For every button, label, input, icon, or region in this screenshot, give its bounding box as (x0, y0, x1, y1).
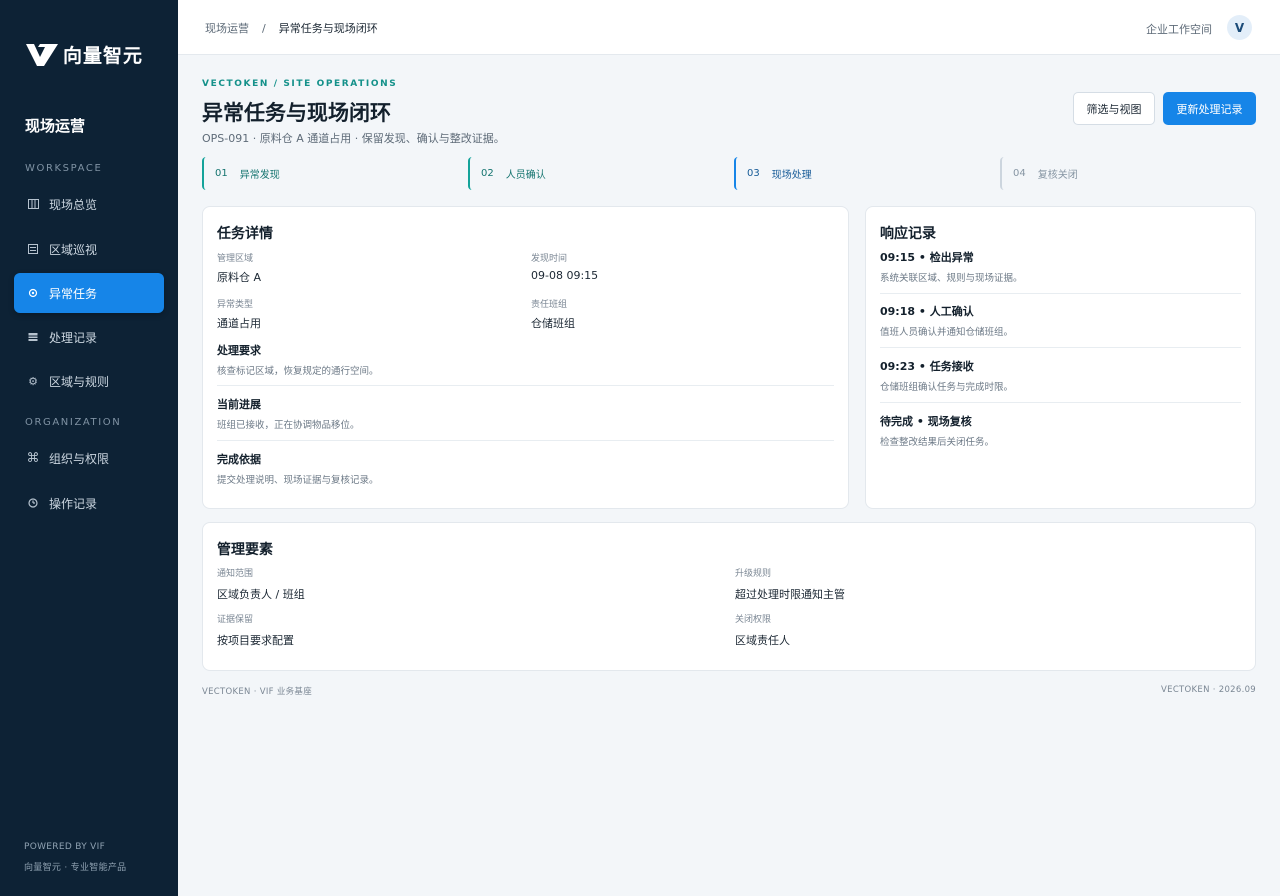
list-icon (26, 242, 40, 256)
field-label: 关闭权限 (735, 615, 772, 625)
sidebar-item-label: 处理记录 (49, 330, 98, 345)
field-value: 仓储班组 (531, 317, 575, 330)
field-value: 区域责任人 (735, 634, 790, 647)
topbar: 现场运营 / 异常任务与现场闭环 企业工作空间 V (178, 0, 1280, 55)
sidebar-item-exception-tasks[interactable]: 异常任务 (14, 273, 164, 313)
workspace-switcher[interactable]: 企业工作空间 (1146, 21, 1212, 37)
field-label: 升级规则 (735, 569, 772, 579)
step-onsite-handling: 03 现场处理 (734, 157, 990, 190)
sidebar-title: 现场运营 (25, 117, 86, 135)
command-icon: ⌘ (26, 450, 40, 466)
block-desc: 班组已接收，正在协调物品移位。 (217, 420, 360, 431)
log-entry-title: 09:23 • 任务接收 (880, 360, 974, 373)
card-title: 响应记录 (880, 226, 936, 242)
card-title: 任务详情 (217, 226, 273, 242)
sidebar-item-patrol[interactable]: 区域巡视 (14, 229, 164, 269)
divider (217, 440, 834, 441)
section-label-workspace: WORKSPACE (25, 163, 103, 174)
breadcrumb-current: 异常任务与现场闭环 (278, 22, 378, 35)
sidebar: 向量智元 现场运营 WORKSPACE 现场总览 区域巡视 异常任务 处理记录 … (0, 0, 178, 896)
step-discovery: 01 异常发现 (202, 157, 458, 190)
sidebar-item-records[interactable]: 处理记录 (14, 317, 164, 357)
field-label: 发现时间 (531, 254, 568, 264)
page-eyebrow: VECTOKEN / SITE OPERATIONS (202, 79, 398, 89)
sidebar-item-label: 操作记录 (49, 496, 98, 511)
gear-icon: ⚙ (28, 374, 38, 388)
field-value: 按项目要求配置 (217, 634, 294, 647)
block-title: 当前进展 (217, 398, 261, 411)
brand-logo[interactable]: 向量智元 (25, 41, 143, 68)
block-desc: 提交处理说明、现场证据与复核记录。 (217, 475, 379, 486)
sidebar-item-label: 区域与规则 (49, 374, 110, 389)
divider (217, 385, 834, 386)
section-label-organization: ORGANIZATION (25, 417, 122, 428)
field-label: 证据保留 (217, 615, 254, 625)
grid-icon (26, 330, 40, 344)
field-value: 原料仓 A (217, 271, 262, 284)
sidebar-item-label: 组织与权限 (49, 451, 110, 466)
breadcrumb: 现场运营 / 异常任务与现场闭环 (205, 20, 378, 36)
footer-left: VECTOKEN · VIF 业务基座 (202, 687, 313, 697)
step-number: 03 (747, 168, 760, 179)
block-title: 处理要求 (217, 344, 261, 357)
clock-icon (26, 496, 40, 510)
step-label: 异常发现 (239, 170, 280, 181)
step-number: 04 (1013, 168, 1026, 179)
sidebar-item-overview[interactable]: 现场总览 (14, 184, 164, 224)
brand-v-icon (26, 43, 58, 66)
step-number: 01 (215, 168, 228, 179)
management-card: 管理要素 通知范围 区域负责人 / 班组 升级规则 超过处理时限通知主管 证据保… (202, 522, 1256, 671)
sidebar-item-org-permissions[interactable]: ⌘ 组织与权限 (14, 438, 164, 478)
field-value: 09-08 09:15 (531, 269, 599, 282)
step-review-close: 04 复核关闭 (1000, 157, 1256, 190)
divider (880, 347, 1241, 348)
target-icon (26, 286, 40, 300)
log-entry-title: 09:18 • 人工确认 (880, 305, 974, 318)
block-title: 完成依据 (217, 453, 261, 466)
task-detail-card: 任务详情 管理区域 原料仓 A 发现时间 09-08 09:15 异常类型 通道… (202, 206, 849, 509)
response-log-card: 响应记录 09:15 • 检出异常 系统关联区域、规则与现场证据。 09:18 … (865, 206, 1256, 509)
breadcrumb-separator: / (262, 21, 266, 35)
sidebar-item-zones-rules[interactable]: ⚙ 区域与规则 (14, 361, 164, 401)
sidebar-item-label: 现场总览 (49, 197, 98, 212)
field-value: 区域负责人 / 班组 (217, 588, 305, 601)
page-subtitle: OPS-091 · 原料仓 A 通道占用 · 保留发现、确认与整改证据。 (202, 132, 505, 145)
avatar[interactable]: V (1227, 15, 1252, 40)
log-entry-desc: 仓储班组确认任务与完成时限。 (880, 382, 1014, 393)
columns-icon (26, 197, 40, 211)
step-label: 现场处理 (771, 170, 812, 181)
field-value: 通道占用 (217, 317, 261, 330)
log-entry-title: 09:15 • 检出异常 (880, 251, 974, 264)
log-entry-title: 待完成 • 现场复核 (880, 415, 972, 428)
divider (880, 293, 1241, 294)
sidebar-footer-powered: POWERED BY VIF (24, 842, 106, 852)
block-desc: 核查标记区域，恢复规定的通行空间。 (217, 366, 379, 377)
breadcrumb-parent[interactable]: 现场运营 (205, 20, 249, 36)
sidebar-item-label: 异常任务 (49, 286, 98, 301)
step-confirmation: 02 人员确认 (468, 157, 724, 190)
page-title: 异常任务与现场闭环 (202, 101, 391, 125)
update-record-button[interactable]: 更新处理记录 (1163, 92, 1256, 125)
sidebar-footer-product: 向量智元 · 专业智能产品 (24, 863, 127, 873)
field-value: 超过处理时限通知主管 (735, 588, 845, 601)
field-label: 责任班组 (531, 300, 568, 310)
field-label: 管理区域 (217, 254, 254, 264)
divider (880, 402, 1241, 403)
footer-right: VECTOKEN · 2026.09 (1161, 685, 1256, 695)
brand-name: 向量智元 (63, 45, 144, 67)
sidebar-item-operation-log[interactable]: 操作记录 (14, 483, 164, 523)
step-label: 复核关闭 (1037, 170, 1078, 181)
field-label: 通知范围 (217, 569, 254, 579)
log-entry-desc: 检查整改结果后关闭任务。 (880, 437, 995, 448)
card-title: 管理要素 (217, 542, 273, 558)
log-entry-desc: 系统关联区域、规则与现场证据。 (880, 273, 1023, 284)
filter-view-button[interactable]: 筛选与视图 (1073, 92, 1155, 125)
log-entry-desc: 值班人员确认并通知仓储班组。 (880, 327, 1014, 338)
step-label: 人员确认 (505, 170, 546, 181)
field-label: 异常类型 (217, 300, 254, 310)
sidebar-item-label: 区域巡视 (49, 242, 98, 257)
step-number: 02 (481, 168, 494, 179)
